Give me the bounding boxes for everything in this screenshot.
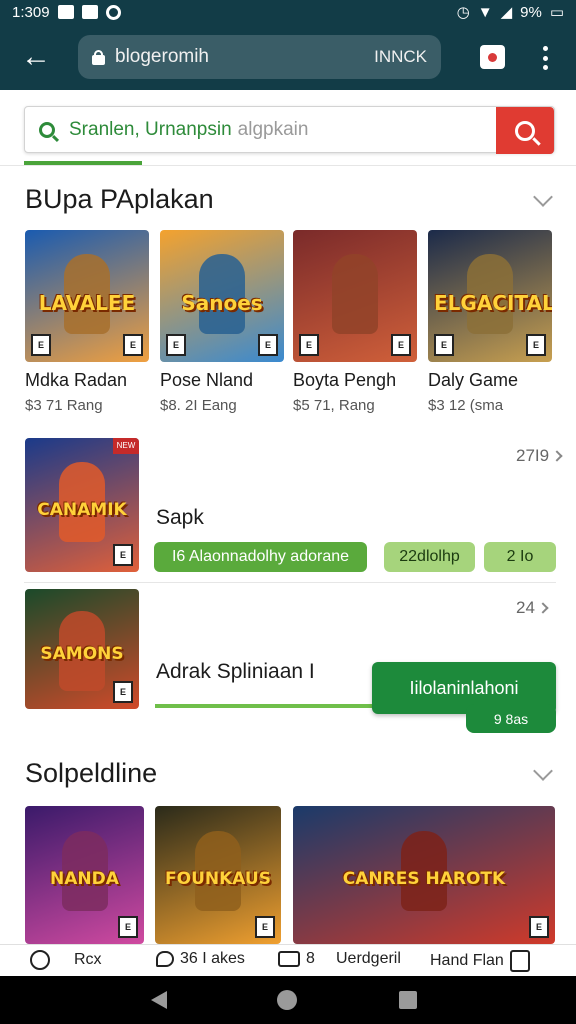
chat-icon (156, 951, 174, 967)
rating-badge: E (529, 916, 549, 938)
game-card-thumbnail[interactable]: CANRES HAROTK E (293, 806, 555, 944)
rating-badge: E (299, 334, 319, 356)
rating-badge: E (31, 334, 51, 356)
nav-item-chat[interactable]: 36 I akes (156, 950, 245, 968)
tag-pill[interactable]: 2 Io (484, 542, 556, 572)
game-price: $3 71 Rang (25, 397, 103, 414)
system-recents-icon[interactable] (399, 991, 417, 1009)
game-name[interactable]: Mdka Radan (25, 370, 127, 391)
rating-badge: E (166, 334, 186, 356)
game-price: $8. 2I Eang (160, 397, 237, 414)
url-text: blogeromih (115, 46, 209, 67)
game-card-thumbnail[interactable]: EE (293, 230, 417, 362)
clock: 1:309 (12, 3, 50, 21)
game-price: $3 12 (sma (428, 397, 504, 414)
rating-badge: E (434, 334, 454, 356)
game-thumbnail[interactable]: CANAMIK NEW E (25, 438, 139, 572)
alarm-icon: ◷ (456, 4, 470, 21)
game-name[interactable]: Boyta Pengh (293, 370, 396, 391)
gamepad-icon (30, 950, 50, 970)
game-card-thumbnail[interactable]: Sanoes E E (160, 230, 284, 362)
rating-badge: E (255, 916, 275, 938)
search-icon (25, 121, 69, 138)
menu-dot-icon (542, 65, 548, 70)
game-card-thumbnail[interactable]: LAVALEE E E (25, 230, 149, 362)
rating-badge: E (391, 334, 411, 356)
nav-item-hand-flan[interactable]: Hand Flan (430, 950, 530, 972)
search-box[interactable]: Sranlen, Urnanpsin algpkain (24, 106, 555, 154)
back-button[interactable]: ← (0, 24, 72, 90)
tab-switcher-button[interactable] (480, 45, 505, 69)
game-name[interactable]: Pose Nland (160, 370, 253, 391)
game-card-thumbnail[interactable]: FOUNKAUS E (155, 806, 281, 944)
status-bar: 1:309 ◷ ▼ ◢ 9% ▭ (0, 0, 576, 24)
rating-badge: E (526, 334, 546, 356)
notification-icon (81, 5, 98, 19)
tv-icon (278, 951, 300, 967)
system-navigation-bar (0, 976, 576, 1024)
nav-item-uerdgeril[interactable]: Uerdgeril (336, 950, 401, 968)
url-bar[interactable]: blogeromih INNCK (78, 35, 441, 79)
signal-icon: ◢ (500, 4, 513, 21)
battery-icon: ▭ (549, 4, 564, 21)
notification-icon (57, 5, 74, 19)
lock-icon (92, 49, 105, 65)
wifi-icon: ▼ (477, 3, 493, 21)
system-back-icon[interactable] (151, 991, 167, 1009)
bottom-navigation: Rcx 36 I akes 8 Uerdgeril Hand Flan (0, 944, 576, 976)
browser-toolbar: ← blogeromih INNCK (0, 24, 576, 90)
game-card-thumbnail[interactable]: NANDA E (25, 806, 144, 944)
row-meta: 24 (516, 598, 549, 618)
chevron-right-icon (537, 602, 549, 614)
record-icon (488, 52, 497, 62)
search-icon (515, 120, 535, 141)
chevron-down-icon[interactable] (533, 761, 553, 781)
overflow-menu-button[interactable] (532, 42, 558, 74)
rating-badge: E (118, 916, 138, 938)
game-thumbnail[interactable]: SAMONS E (25, 589, 139, 709)
menu-dot-icon (542, 55, 548, 61)
row-meta: 27I9 (516, 446, 563, 466)
game-title[interactable]: Adrak Spliniaan I (156, 660, 315, 684)
size-chip[interactable]: 9 8as (466, 704, 556, 733)
divider (24, 582, 556, 583)
menu-dot-icon (542, 46, 548, 51)
search-button[interactable] (496, 107, 554, 154)
nav-item-tv[interactable]: 8 (278, 950, 315, 968)
notification-icon (105, 4, 121, 20)
chevron-down-icon[interactable] (533, 187, 553, 207)
game-title[interactable]: Sapk (156, 506, 204, 530)
tag-pill[interactable]: 22dlolhp (384, 542, 475, 572)
download-progress-bar (155, 704, 372, 708)
section-title: Solpeldline (25, 758, 158, 788)
rating-badge: E (123, 334, 143, 356)
search-input-value[interactable]: Sranlen, Urnanpsin (69, 119, 232, 141)
rating-badge: E (258, 334, 278, 356)
chevron-right-icon (551, 450, 563, 462)
game-name[interactable]: Daly Game (428, 370, 518, 391)
battery-text: 9% (520, 3, 542, 21)
section-title: BUpa PAplakan (25, 184, 214, 214)
url-bar-suffix: INNCK (374, 47, 427, 66)
nav-item-rcx[interactable]: Rcx (30, 950, 102, 970)
tag-pill[interactable]: I6 Alaonnadolhy adorane (154, 542, 367, 572)
pages-icon (509, 950, 530, 972)
game-price: $5 71, Rang (293, 397, 375, 414)
game-card-thumbnail[interactable]: ELGACITAL E E (428, 230, 552, 362)
back-arrow-icon: ← (21, 40, 51, 73)
system-home-icon[interactable] (277, 990, 297, 1010)
search-placeholder: algpkain (237, 118, 309, 140)
divider (0, 165, 576, 166)
